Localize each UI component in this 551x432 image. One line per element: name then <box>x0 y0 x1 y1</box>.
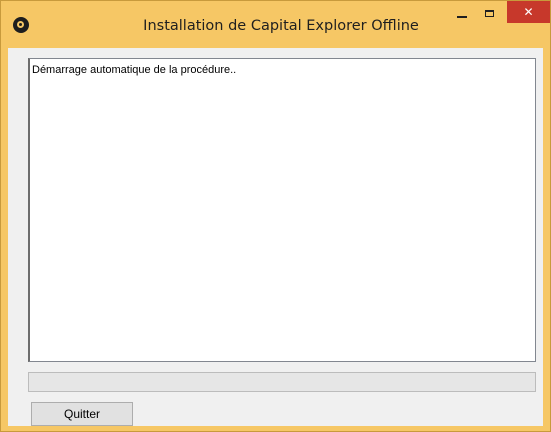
installer-window: Installation de Capital Explorer Offline… <box>0 0 551 432</box>
app-logo-icon[interactable] <box>13 17 29 33</box>
maximize-icon <box>485 10 494 17</box>
close-button[interactable]: ✕ <box>507 1 550 23</box>
window-title: Installation de Capital Explorer Offline <box>143 18 419 34</box>
client-area: Démarrage automatique de la procédure.. … <box>8 48 543 426</box>
progress-bar <box>28 372 536 392</box>
minimize-icon <box>457 16 467 18</box>
close-icon: ✕ <box>523 5 534 19</box>
log-output[interactable]: Démarrage automatique de la procédure.. <box>28 58 536 362</box>
minimize-button[interactable] <box>450 5 474 29</box>
title-bar[interactable]: Installation de Capital Explorer Offline… <box>1 1 550 49</box>
quit-button[interactable]: Quitter <box>31 402 133 426</box>
maximize-button[interactable] <box>478 1 502 25</box>
